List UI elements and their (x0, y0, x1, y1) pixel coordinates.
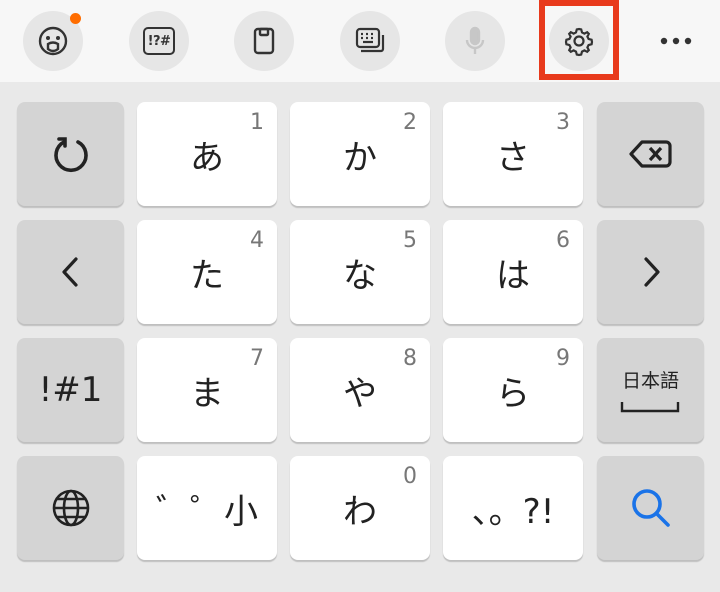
punctuation-key[interactable]: 、。?! (443, 456, 583, 560)
undo-key[interactable] (17, 102, 124, 206)
search-icon (631, 489, 670, 527)
clipboard-button[interactable] (234, 11, 294, 71)
language-label: 日本語 (621, 370, 679, 392)
key-label: ゛゜小 (156, 491, 258, 532)
key-label: ま (190, 373, 224, 414)
voice-input-button[interactable] (445, 11, 505, 71)
key-label: は (496, 255, 530, 296)
kana-key-ya[interactable]: 8 や (290, 338, 430, 442)
kana-key-ta[interactable]: 4 た (137, 220, 277, 324)
key-label: な (343, 255, 377, 296)
globe-icon (52, 489, 89, 527)
kana-key-ha[interactable]: 6 は (443, 220, 583, 324)
key-label: !#1 (38, 370, 103, 410)
cursor-right-key[interactable] (597, 220, 704, 324)
cursor-left-key[interactable] (17, 220, 124, 324)
kana-key-na[interactable]: 5 な (290, 220, 430, 324)
kana-key-ma[interactable]: 7 ま (137, 338, 277, 442)
language-space-key[interactable]: 日本語 (597, 338, 704, 442)
globe-key[interactable] (17, 456, 124, 560)
kana-key-a[interactable]: 1 あ (137, 102, 277, 206)
notification-dot (70, 13, 81, 24)
symbols-button[interactable]: !?# (129, 11, 189, 71)
key-label: た (190, 255, 224, 296)
key-label: さ (496, 137, 530, 178)
emoji-button[interactable] (23, 11, 83, 71)
keyboard-mode-button[interactable] (340, 11, 400, 71)
undo-icon (53, 137, 88, 172)
keyboard-mode-icon (355, 27, 385, 53)
symbol-number-key[interactable]: !#1 (17, 338, 124, 442)
key-label: か (343, 137, 377, 178)
kana-key-ka[interactable]: 2 か (290, 102, 430, 206)
space-bar-icon (620, 402, 680, 413)
more-icon (660, 37, 692, 45)
kana-key-sa[interactable]: 3 さ (443, 102, 583, 206)
symbols-icon: !?# (143, 27, 175, 55)
keyboard-toolbar: !?# (0, 0, 720, 82)
chevron-right-icon (643, 257, 660, 287)
search-key[interactable] (597, 456, 704, 560)
key-label: 、。?! (471, 491, 555, 532)
dakuten-small-key[interactable]: ゛゜小 (137, 456, 277, 560)
key-label: わ (343, 491, 377, 532)
key-label: や (343, 373, 377, 414)
backspace-key[interactable] (597, 102, 704, 206)
microphone-icon (465, 26, 485, 54)
symbols-icon-label: !?# (147, 33, 171, 49)
key-label: ら (496, 373, 530, 414)
more-options-button[interactable] (652, 26, 700, 56)
clipboard-icon (253, 27, 275, 55)
kana-key-wa[interactable]: 0 わ (290, 456, 430, 560)
backspace-icon (628, 140, 672, 168)
key-label: あ (190, 137, 224, 178)
kana-key-ra[interactable]: 9 ら (443, 338, 583, 442)
chevron-left-icon (61, 257, 78, 287)
settings-highlight-box (539, 0, 619, 80)
emoji-icon (38, 26, 68, 56)
